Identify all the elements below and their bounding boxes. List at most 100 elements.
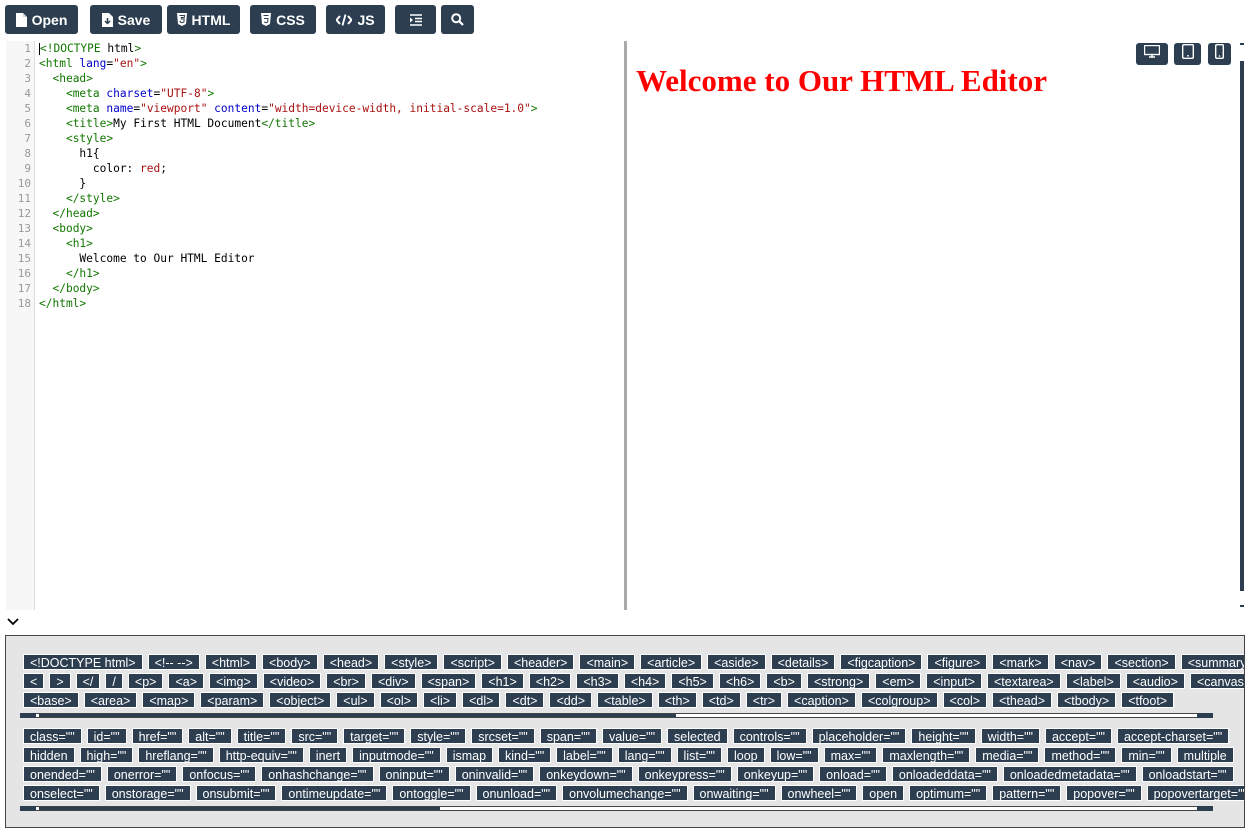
tag-snippet-button[interactable]: <dd>: [549, 692, 592, 708]
tag-snippet-button[interactable]: /: [105, 673, 123, 689]
attribute-snippet-button[interactable]: accept="": [1044, 728, 1112, 744]
tag-snippet-button[interactable]: <: [23, 673, 45, 689]
tag-snippet-button[interactable]: <table>: [597, 692, 653, 708]
tag-snippet-button[interactable]: <video>: [262, 673, 322, 689]
attribute-snippet-button[interactable]: media="": [975, 747, 1040, 763]
tag-snippet-button[interactable]: <h3>: [576, 673, 619, 689]
tag-snippet-button[interactable]: <tbody>: [1057, 692, 1117, 708]
attribute-snippet-button[interactable]: onvolumechange="": [562, 785, 688, 801]
tag-snippet-button[interactable]: <nav>: [1053, 654, 1103, 670]
attribute-snippet-button[interactable]: href="": [131, 728, 184, 744]
attribute-snippet-button[interactable]: controls="": [732, 728, 807, 744]
code-editor[interactable]: 1 2 3 4 5 6 7 8 9 10 11 12 13 14 15 16 17 18 <!DOCTYPE ht…: [6, 41, 624, 610]
tag-snippet-button[interactable]: <textarea>: [986, 673, 1061, 689]
tag-snippet-button[interactable]: <h4>: [623, 673, 667, 689]
attribute-snippet-button[interactable]: onwaiting="": [692, 785, 776, 801]
tag-snippet-button[interactable]: <summary>: [1180, 654, 1244, 670]
tag-snippet-button[interactable]: <details>: [770, 654, 836, 670]
tag-snippet-button[interactable]: <section>: [1107, 654, 1176, 670]
tag-snippet-button[interactable]: <header>: [506, 654, 575, 670]
tag-snippet-button[interactable]: <script>: [443, 654, 502, 670]
tablet-view-button[interactable]: [1174, 43, 1201, 65]
format-button[interactable]: [395, 5, 436, 34]
attribute-snippet-button[interactable]: ismap: [445, 747, 494, 763]
attribute-snippet-button[interactable]: oninput="": [378, 766, 450, 782]
attribute-snippet-button[interactable]: inert: [308, 747, 348, 763]
tag-snippet-button[interactable]: <aside>: [707, 654, 766, 670]
code-line[interactable]: <body>: [39, 221, 538, 236]
tag-snippet-button[interactable]: <span>: [420, 673, 477, 689]
code-line[interactable]: <head>: [39, 71, 538, 86]
tag-snippet-button[interactable]: <html>: [204, 654, 258, 670]
mobile-view-button[interactable]: [1208, 43, 1231, 65]
tag-snippet-button[interactable]: <td>: [701, 692, 741, 708]
attribute-snippet-button[interactable]: onerror="": [106, 766, 178, 782]
tag-snippet-button[interactable]: <em>: [875, 673, 922, 689]
tag-snippet-button[interactable]: <input>: [926, 673, 982, 689]
tag-snippet-button[interactable]: <a>: [168, 673, 205, 689]
tag-snippet-button[interactable]: <ol>: [379, 692, 418, 708]
attribute-snippet-button[interactable]: srcset="": [471, 728, 535, 744]
tag-snippet-button[interactable]: <caption>: [787, 692, 856, 708]
tag-snippet-button[interactable]: <param>: [200, 692, 265, 708]
attribute-snippet-button[interactable]: onkeypress="": [637, 766, 732, 782]
css-button[interactable]: CSS: [250, 5, 316, 34]
attribute-snippet-button[interactable]: onwheel="": [780, 785, 858, 801]
tag-snippet-button[interactable]: <base>: [23, 692, 79, 708]
code-line[interactable]: color: red;: [39, 161, 538, 176]
attribute-snippet-button[interactable]: label="": [556, 747, 613, 763]
tag-snippet-button[interactable]: <!DOCTYPE html>: [23, 654, 143, 670]
attribute-snippet-button[interactable]: onstorage="": [104, 785, 191, 801]
attribute-snippet-button[interactable]: onloadeddata="": [891, 766, 998, 782]
attribute-snippet-button[interactable]: onended="": [23, 766, 102, 782]
attribute-snippet-button[interactable]: onloadedmetadata="": [1002, 766, 1137, 782]
tag-snippet-button[interactable]: <h5>: [671, 673, 714, 689]
attribute-snippet-button[interactable]: onselect="": [23, 785, 100, 801]
attribute-snippet-button[interactable]: style="": [410, 728, 467, 744]
tag-snippet-button[interactable]: <b>: [766, 673, 802, 689]
attribute-snippet-button[interactable]: http-equiv="": [218, 747, 304, 763]
tag-snippet-button[interactable]: <dl>: [462, 692, 501, 708]
attribute-snippet-button[interactable]: max="": [823, 747, 878, 763]
chevron-down-icon[interactable]: [7, 613, 19, 631]
attribute-snippet-button[interactable]: height="": [911, 728, 976, 744]
tag-snippet-button[interactable]: <h6>: [718, 673, 762, 689]
tag-snippet-button[interactable]: <audio>: [1125, 673, 1185, 689]
tag-snippet-button[interactable]: <style>: [384, 654, 439, 670]
tag-snippet-button[interactable]: <col>: [942, 692, 988, 708]
attribute-snippet-button[interactable]: hidden: [23, 747, 75, 763]
attribute-snippet-button[interactable]: low="": [769, 747, 819, 763]
attribute-snippet-button[interactable]: hreflang="": [138, 747, 214, 763]
tag-snippet-button[interactable]: <thead>: [992, 692, 1052, 708]
tag-snippet-button[interactable]: <strong>: [806, 673, 871, 689]
tags-scrollbar[interactable]: [20, 713, 1213, 718]
tag-snippet-button[interactable]: <br>: [326, 673, 366, 689]
tag-snippet-button[interactable]: <dt>: [505, 692, 545, 708]
tag-snippet-button[interactable]: <img>: [209, 673, 258, 689]
preview-scrollbar[interactable]: [1238, 41, 1246, 610]
code-line[interactable]: <h1>: [39, 236, 538, 251]
code-line[interactable]: </html>: [39, 296, 538, 311]
tag-snippet-button[interactable]: <body>: [262, 654, 318, 670]
code-line[interactable]: <meta charset="UTF-8">: [39, 86, 538, 101]
html-button[interactable]: HTML: [167, 5, 240, 34]
attribute-snippet-button[interactable]: list="": [676, 747, 722, 763]
tag-snippet-button[interactable]: <tfoot>: [1121, 692, 1175, 708]
tag-snippet-button[interactable]: <h1>: [481, 673, 524, 689]
code-line[interactable]: </style>: [39, 191, 538, 206]
attribute-snippet-button[interactable]: method="": [1044, 747, 1117, 763]
code-line[interactable]: <html lang="en">: [39, 56, 538, 71]
attribute-snippet-button[interactable]: lang="": [617, 747, 672, 763]
search-button[interactable]: [441, 5, 474, 34]
attribute-snippet-button[interactable]: onloadstart="": [1141, 766, 1234, 782]
tag-snippet-button[interactable]: <canvas>: [1189, 673, 1244, 689]
tag-snippet-button[interactable]: <ul>: [336, 692, 375, 708]
code-line[interactable]: Welcome to Our HTML Editor: [39, 251, 538, 266]
code-line[interactable]: }: [39, 176, 538, 191]
attribute-snippet-button[interactable]: title="": [236, 728, 287, 744]
attribute-snippet-button[interactable]: placeholder="": [811, 728, 907, 744]
attribute-snippet-button[interactable]: min="": [1121, 747, 1172, 763]
code-line[interactable]: h1{: [39, 146, 538, 161]
code-content[interactable]: <!DOCTYPE html> <html lang="en"> <head> <…: [39, 41, 538, 311]
attribute-snippet-button[interactable]: alt="": [188, 728, 232, 744]
